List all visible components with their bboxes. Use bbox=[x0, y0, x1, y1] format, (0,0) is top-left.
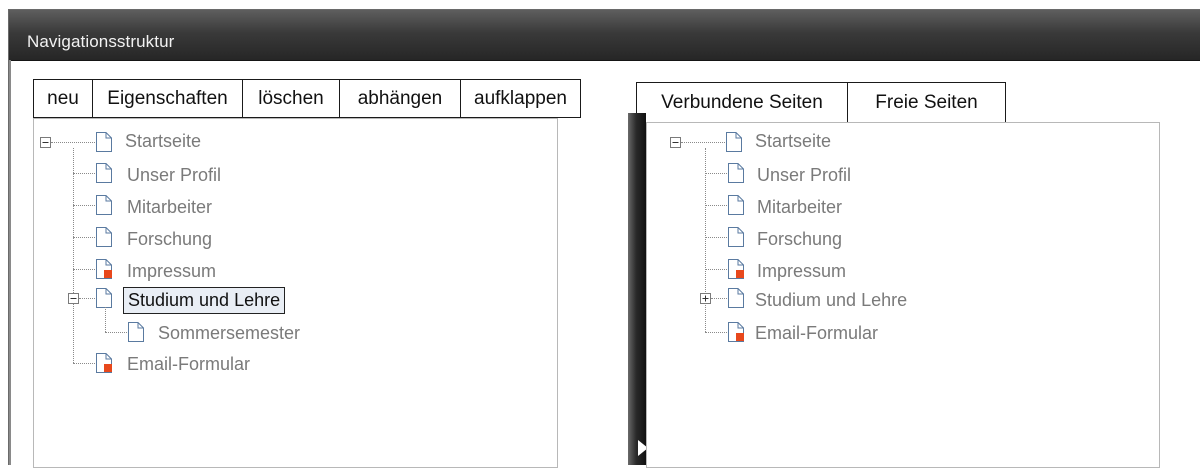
page-special-icon bbox=[96, 353, 112, 373]
page-icon bbox=[96, 288, 112, 308]
tree-node-item[interactable]: Email-Formular bbox=[127, 354, 250, 375]
tree-connector bbox=[73, 237, 95, 238]
tree-connector bbox=[73, 363, 95, 364]
tree-connector bbox=[705, 269, 727, 270]
tree-connector bbox=[51, 142, 95, 143]
panel-left-edge bbox=[9, 60, 11, 465]
tab-free-pages[interactable]: Freie Seiten bbox=[847, 82, 1006, 124]
tree-node-startseite[interactable]: Startseite bbox=[125, 131, 201, 152]
tree-connector bbox=[705, 148, 706, 332]
page-special-icon bbox=[96, 259, 112, 279]
tree-connector bbox=[105, 332, 127, 333]
tree-node-item[interactable]: Impressum bbox=[757, 261, 846, 282]
panel-titlebar: Navigationsstruktur bbox=[9, 10, 1200, 61]
tree-connector bbox=[711, 298, 727, 299]
tree-connector bbox=[73, 148, 74, 363]
tree-node-item[interactable]: Email-Formular bbox=[755, 323, 878, 344]
tree-node-item[interactable]: Unser Profil bbox=[757, 165, 851, 186]
tree-node-item[interactable]: Forschung bbox=[127, 229, 212, 250]
page-icon bbox=[96, 195, 112, 215]
expand-toggle-icon[interactable] bbox=[700, 293, 711, 304]
collapse-toggle-icon[interactable] bbox=[68, 293, 79, 304]
tree-node-item[interactable]: Unser Profil bbox=[127, 165, 221, 186]
page-special-icon bbox=[728, 259, 744, 279]
tree-node-item[interactable]: Mitarbeiter bbox=[757, 197, 842, 218]
tree-connector bbox=[79, 298, 95, 299]
page-icon bbox=[96, 163, 112, 183]
collapse-toggle-icon[interactable] bbox=[40, 137, 51, 148]
page-icon bbox=[96, 227, 112, 247]
tree-connector bbox=[705, 332, 727, 333]
tree-connector bbox=[705, 173, 727, 174]
splitter-bar[interactable] bbox=[628, 113, 646, 465]
tree-node-item[interactable]: Sommersemester bbox=[158, 323, 300, 344]
tree-node-item[interactable]: Studium und Lehre bbox=[755, 290, 907, 311]
page-special-icon bbox=[728, 322, 744, 342]
tree-connector bbox=[73, 269, 95, 270]
delete-button[interactable]: löschen bbox=[242, 79, 340, 118]
detach-button[interactable]: abhängen bbox=[339, 79, 461, 118]
page-icon bbox=[728, 195, 744, 215]
collapse-toggle-icon[interactable] bbox=[670, 137, 681, 148]
tree-node-startseite[interactable]: Startseite bbox=[755, 131, 831, 152]
page-icon bbox=[96, 132, 112, 152]
tree-node-selected[interactable]: Studium und Lehre bbox=[123, 287, 286, 314]
tree-node-item[interactable]: Impressum bbox=[127, 261, 216, 282]
page-icon bbox=[128, 322, 144, 342]
tree-connector bbox=[105, 307, 106, 332]
tab-linked-pages[interactable]: Verbundene Seiten bbox=[636, 82, 848, 124]
page-icon bbox=[728, 288, 744, 308]
new-button[interactable]: neu bbox=[33, 79, 93, 118]
expand-button[interactable]: aufklappen bbox=[460, 79, 581, 118]
tree-connector bbox=[705, 205, 727, 206]
page-icon bbox=[728, 227, 744, 247]
tree-connector bbox=[705, 237, 727, 238]
properties-button[interactable]: Eigenschaften bbox=[92, 79, 243, 118]
tree-connector bbox=[681, 142, 725, 143]
tree-connector bbox=[73, 173, 95, 174]
tree-node-item[interactable]: Mitarbeiter bbox=[127, 197, 212, 218]
panel-title: Navigationsstruktur bbox=[27, 32, 175, 51]
tree-connector bbox=[73, 205, 95, 206]
page-icon bbox=[728, 163, 744, 183]
tree-node-item[interactable]: Forschung bbox=[757, 229, 842, 250]
page-icon bbox=[726, 132, 742, 152]
